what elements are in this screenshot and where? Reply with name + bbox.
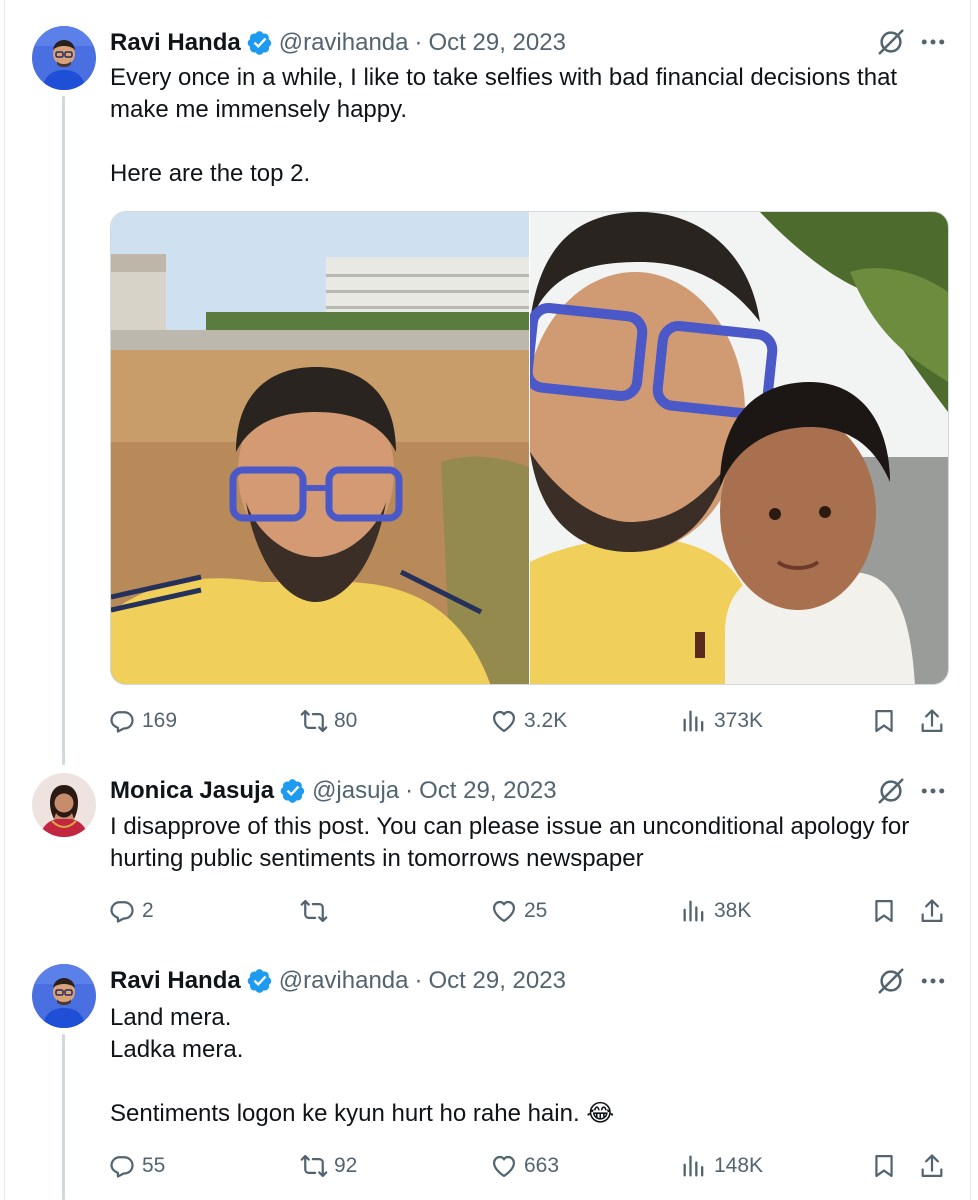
tweet-actions: 2 25 38K: [108, 895, 953, 927]
like-count: 25: [524, 899, 548, 922]
tweet-header: Ravi Handa @ravihanda · Oct 29, 2023: [110, 28, 566, 58]
repost-button[interactable]: [300, 895, 334, 927]
tweet-text-line: hurting public sentiments in tomorrows n…: [110, 845, 644, 872]
repost-icon: [300, 1152, 328, 1180]
verified-badge-icon: [247, 30, 273, 56]
reply-button[interactable]: 55: [108, 1150, 165, 1182]
reply-count: 55: [142, 1154, 166, 1177]
share-icon: [918, 897, 946, 925]
share-icon: [918, 707, 946, 735]
reply-icon: [108, 707, 136, 735]
tweet-text-line: Here are the top 2.: [110, 160, 311, 187]
heart-icon: [490, 897, 518, 925]
reply-button[interactable]: 2: [108, 895, 154, 927]
bookmark-button[interactable]: [870, 1150, 904, 1182]
avatar-ravi-handa[interactable]: [32, 26, 96, 90]
media-photo-1[interactable]: [111, 212, 529, 684]
views-icon: [680, 897, 708, 925]
tweet-text: I disapprove of this post. You can pleas…: [110, 811, 960, 875]
heart-icon: [490, 1152, 518, 1180]
author-handle[interactable]: @ravihanda: [279, 29, 409, 57]
like-count: 663: [524, 1154, 560, 1177]
author-handle[interactable]: @jasuja: [312, 777, 399, 805]
share-button[interactable]: [918, 1150, 952, 1182]
avatar-ravi-handa[interactable]: [32, 964, 96, 1028]
views-button[interactable]: 148K: [680, 1150, 763, 1182]
verified-badge-icon: [247, 968, 273, 994]
tweet-text-line: Ladka mera.: [110, 1036, 244, 1063]
thread-connector-line: [62, 1034, 65, 1200]
tweet-text-line: make me immensely happy.: [110, 96, 407, 123]
reply-icon: [108, 897, 136, 925]
repost-count: 92: [334, 1154, 358, 1177]
thread-connector-line: [62, 96, 65, 765]
tweet-text-line: Sentiments logon ke kyun hurt ho rahe ha…: [110, 1100, 615, 1127]
more-icon[interactable]: [918, 966, 948, 996]
author-name[interactable]: Ravi Handa: [110, 967, 241, 995]
tweet-header: Ravi Handa @ravihanda · Oct 29, 2023: [110, 966, 566, 996]
header-separator: ·: [405, 777, 414, 804]
reply-icon: [108, 1152, 136, 1180]
tweet-2[interactable]: Monica Jasuja @jasuja · Oct 29, 2023 I d…: [0, 765, 978, 950]
views-button[interactable]: 38K: [680, 895, 751, 927]
author-name[interactable]: Ravi Handa: [110, 29, 241, 57]
share-button[interactable]: [918, 705, 952, 737]
share-icon: [918, 1152, 946, 1180]
views-count: 148K: [714, 1154, 764, 1177]
media-photo-2[interactable]: [530, 212, 948, 684]
views-count: 38K: [714, 899, 752, 922]
repost-icon: [300, 897, 328, 925]
tweet-3[interactable]: Ravi Handa @ravihanda · Oct 29, 2023 Lan…: [0, 950, 978, 1200]
tweet-text: Land mera. Ladka mera. Sentiments logon …: [110, 1002, 960, 1130]
views-count: 373K: [714, 709, 764, 732]
more-icon[interactable]: [918, 27, 948, 57]
tweet-1[interactable]: Ravi Handa @ravihanda · Oct 29, 2023 Eve…: [0, 0, 978, 765]
repost-count: 80: [334, 709, 358, 732]
header-separator: ·: [414, 967, 423, 994]
reply-count: 169: [142, 709, 178, 732]
like-button[interactable]: 3.2K: [490, 705, 567, 737]
tweet-text-line: I disapprove of this post. You can pleas…: [110, 813, 910, 840]
reply-count: 2: [142, 899, 154, 922]
avatar-monica-jasuja[interactable]: [32, 773, 96, 837]
header-separator: ·: [414, 29, 423, 56]
tweet-actions: 55 92 663 148K: [108, 1150, 953, 1182]
repost-button[interactable]: 80: [300, 705, 357, 737]
repost-icon: [300, 707, 328, 735]
views-icon: [680, 707, 708, 735]
author-name[interactable]: Monica Jasuja: [110, 777, 274, 805]
grok-icon[interactable]: [876, 966, 906, 996]
bookmark-icon: [870, 707, 898, 735]
bookmark-icon: [870, 1152, 898, 1180]
verified-badge-icon: [280, 778, 306, 804]
bookmark-icon: [870, 897, 898, 925]
tweet-text-line: Land mera.: [110, 1004, 232, 1031]
tweet-date[interactable]: Oct 29, 2023: [429, 967, 566, 995]
like-button[interactable]: 663: [490, 1150, 559, 1182]
share-button[interactable]: [918, 895, 952, 927]
tweet-text: Every once in a while, I like to take se…: [110, 62, 960, 190]
like-button[interactable]: 25: [490, 895, 547, 927]
tweet-date[interactable]: Oct 29, 2023: [429, 29, 566, 57]
bookmark-button[interactable]: [870, 895, 904, 927]
views-icon: [680, 1152, 708, 1180]
author-handle[interactable]: @ravihanda: [279, 967, 409, 995]
views-button[interactable]: 373K: [680, 705, 763, 737]
like-count: 3.2K: [524, 709, 568, 732]
reply-button[interactable]: 169: [108, 705, 177, 737]
tweet-media-grid[interactable]: [110, 211, 949, 685]
heart-icon: [490, 707, 518, 735]
bookmark-button[interactable]: [870, 705, 904, 737]
more-icon[interactable]: [918, 776, 948, 806]
grok-icon[interactable]: [876, 27, 906, 57]
tweet-header: Monica Jasuja @jasuja · Oct 29, 2023: [110, 776, 557, 806]
repost-button[interactable]: 92: [300, 1150, 357, 1182]
tweet-actions: 169 80 3.2K 373K: [108, 705, 953, 737]
grok-icon[interactable]: [876, 776, 906, 806]
tweet-text-line: Every once in a while, I like to take se…: [110, 64, 898, 91]
tweet-date[interactable]: Oct 29, 2023: [419, 777, 556, 805]
